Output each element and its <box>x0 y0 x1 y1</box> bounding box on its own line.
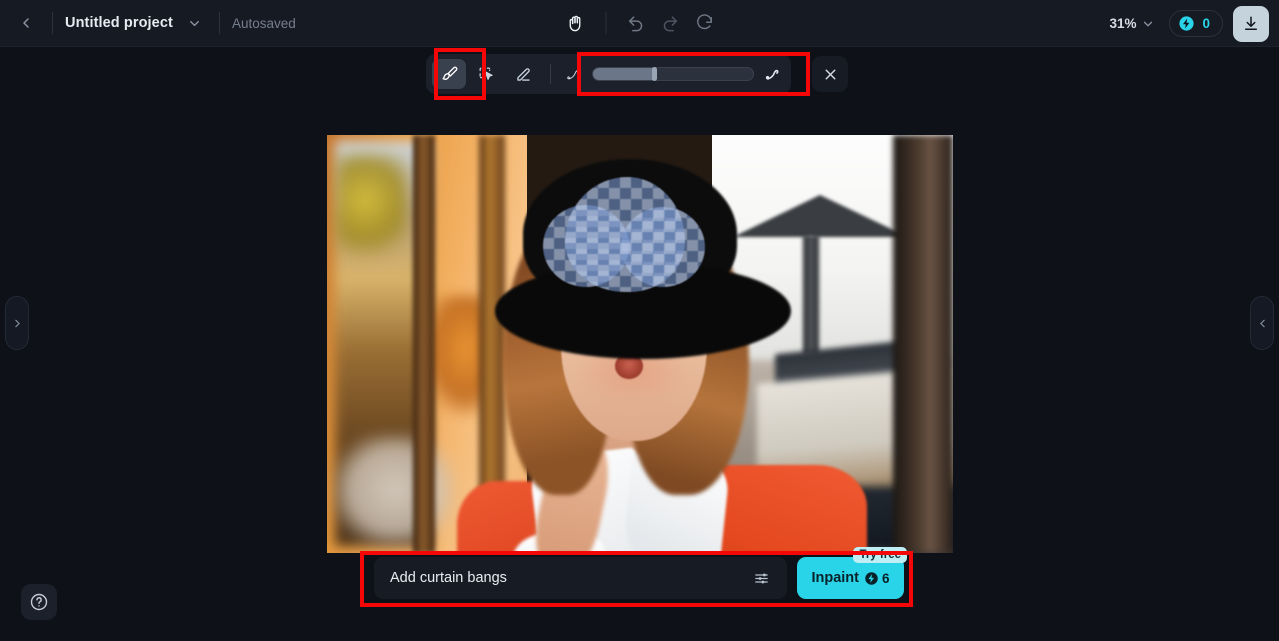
sliders-settings-icon <box>754 573 768 583</box>
inpaint-mask-selection[interactable] <box>565 177 685 292</box>
canvas-view-tools <box>559 7 720 39</box>
hand-icon <box>569 15 581 31</box>
inpaint-submit-button[interactable]: Inpaint 6 Try free <box>797 547 907 599</box>
inpaint-button-label: Inpaint <box>811 570 859 586</box>
credits-badge[interactable]: 0 <box>1169 10 1223 37</box>
divider <box>52 12 53 34</box>
inpaint-cost-value: 6 <box>882 570 890 586</box>
reset-view-button[interactable] <box>688 7 720 39</box>
image-canvas[interactable] <box>327 135 953 553</box>
photo-umbrella <box>733 177 908 237</box>
photo-umbrella-pole <box>803 235 819 355</box>
inpaint-credit-cost: 6 <box>864 571 890 586</box>
chevron-down-icon <box>190 20 200 26</box>
right-panel-toggle[interactable] <box>1250 296 1274 350</box>
zoom-control[interactable]: 31% <box>1105 12 1159 35</box>
edit-toolbar <box>426 54 791 94</box>
left-panel-toggle[interactable] <box>5 296 29 350</box>
try-free-badge[interactable]: Try free <box>853 547 907 563</box>
redo-button[interactable] <box>654 7 686 39</box>
lightning-credit-icon <box>1179 16 1195 31</box>
divider <box>605 12 606 34</box>
help-button[interactable] <box>21 584 57 620</box>
refresh-icon <box>696 14 712 30</box>
lightning-credit-icon <box>865 571 878 585</box>
close-x-icon <box>825 69 835 79</box>
undo-button[interactable] <box>620 7 652 39</box>
page-title: Untitled project <box>65 15 173 31</box>
prompt-bar: Add curtain bangs Inpaint 6 Try free <box>374 547 907 599</box>
project-menu-button[interactable] <box>183 11 207 35</box>
prompt-input-wrapper[interactable]: Add curtain bangs <box>374 557 787 599</box>
photo-foliage-blur <box>337 153 407 273</box>
brush-size-control <box>561 66 785 83</box>
autosave-status: Autosaved <box>231 15 296 31</box>
pan-tool-button[interactable] <box>559 7 591 39</box>
brush-tool[interactable] <box>432 59 466 89</box>
divider <box>550 64 551 84</box>
chevron-right-icon <box>14 319 20 327</box>
brush-size-slider-thumb[interactable] <box>651 67 657 81</box>
photo-window-frame-left <box>413 135 435 553</box>
small-brush-icon <box>565 66 582 83</box>
download-icon <box>1245 16 1257 30</box>
chevron-down-icon <box>1144 21 1153 26</box>
undo-arrow-icon <box>628 15 643 31</box>
chevron-left-icon <box>1259 319 1265 327</box>
back-button[interactable] <box>12 9 40 37</box>
eraser-tool[interactable] <box>506 59 540 89</box>
brush-size-slider-fill <box>593 68 654 80</box>
credits-count: 0 <box>1202 16 1210 31</box>
brush-size-slider[interactable] <box>592 67 754 81</box>
redo-arrow-icon <box>663 15 678 31</box>
divider <box>218 12 220 34</box>
image-editor-app: Untitled project Autosaved 31% 0 Add cur… <box>0 0 1279 641</box>
prompt-settings-button[interactable] <box>747 564 775 592</box>
photo-white-reflection <box>335 435 455 545</box>
photo-right-post <box>893 135 953 553</box>
large-brush-icon <box>764 66 781 83</box>
eraser-icon <box>516 67 530 81</box>
smart-select-tool[interactable] <box>469 59 503 89</box>
question-mark-icon <box>30 593 48 611</box>
download-button[interactable] <box>1233 5 1269 42</box>
paintbrush-icon <box>441 66 457 80</box>
top-bar: Untitled project Autosaved 31% 0 <box>0 0 1279 47</box>
zoom-level-value: 31% <box>1109 16 1137 31</box>
cursor-select-icon <box>479 67 493 80</box>
close-editor-button[interactable] <box>812 56 848 92</box>
top-bar-right-controls: 31% 0 <box>1105 0 1269 47</box>
chevron-left-icon <box>23 18 29 28</box>
prompt-input[interactable]: Add curtain bangs <box>390 570 747 586</box>
